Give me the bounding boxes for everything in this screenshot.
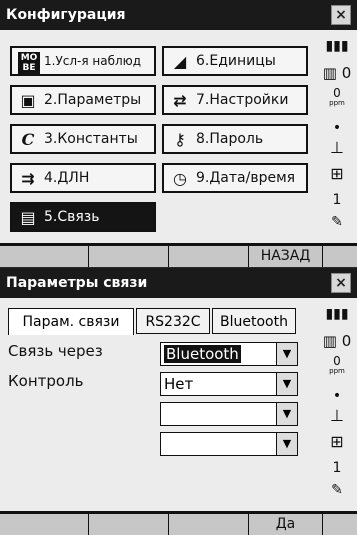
- close-button[interactable]: ×: [331, 273, 351, 293]
- softkey-2[interactable]: [89, 246, 169, 267]
- obs-conditions-icon: МО ВЕ: [18, 52, 40, 74]
- window-title: Конфигурация: [6, 7, 126, 23]
- menu-label: 4.ДЛН: [44, 170, 90, 186]
- ppm-value: 0: [333, 86, 341, 100]
- menu-settings[interactable]: ⇄ 7.Настройки: [162, 85, 308, 115]
- field-label-comm-via: Связь через: [8, 342, 103, 360]
- menu-label: 3.Константы: [44, 131, 138, 147]
- chevron-down-icon[interactable]: ▼: [276, 343, 297, 365]
- tilt-icon: ⊥: [330, 406, 344, 425]
- menu-obs-conditions[interactable]: МО ВЕ 1.Усл-я наблюд: [10, 46, 156, 76]
- ppm-indicator: 0 ppm: [317, 354, 357, 376]
- ppm-value: 0: [333, 354, 341, 368]
- softkey-3[interactable]: [169, 514, 249, 535]
- communication-icon: ▤: [20, 208, 36, 227]
- title-bar: Конфигурация ×: [0, 0, 357, 30]
- parameters-icon: ▣: [20, 91, 36, 110]
- menu-password[interactable]: ⚷ 8.Пароль: [162, 124, 308, 154]
- edm-icon: ⇉: [21, 169, 35, 188]
- tab-rs232c[interactable]: RS232C: [136, 308, 210, 334]
- page-indicator: 1: [317, 192, 357, 208]
- chevron-down-icon[interactable]: ▼: [276, 403, 297, 425]
- menu-units[interactable]: ◢ 6.Единицы: [162, 46, 308, 76]
- selected-value: Нет: [164, 375, 194, 393]
- control-select[interactable]: Нет ▼: [160, 372, 298, 396]
- tab-comm-params[interactable]: Парам. связи: [8, 308, 134, 335]
- menu-communication[interactable]: ▤ 5.Связь: [10, 202, 156, 232]
- menu-date-time[interactable]: ◷ 9.Дата/время: [162, 163, 308, 193]
- key-icon: ⚷: [174, 130, 186, 149]
- input-mode-icon: ⊞: [330, 164, 344, 183]
- page-indicator: 1: [317, 460, 357, 476]
- pen-icon: ✎: [331, 482, 343, 498]
- constants-icon: C: [21, 130, 35, 149]
- tilt-icon: ⊥: [330, 138, 344, 157]
- menu-label: 9.Дата/время: [196, 170, 296, 186]
- empty-select-2[interactable]: ▼: [160, 432, 298, 456]
- pen-icon: ✎: [331, 214, 343, 230]
- empty-select-1[interactable]: ▼: [160, 402, 298, 426]
- ppm-label: ppm: [329, 99, 345, 107]
- menu-label: 6.Единицы: [196, 53, 276, 69]
- chevron-down-icon[interactable]: ▼: [276, 373, 297, 395]
- ppm-indicator: 0 ppm: [317, 86, 357, 108]
- softkey-2[interactable]: [89, 514, 169, 535]
- softkey-5[interactable]: [323, 246, 357, 267]
- comm-via-select[interactable]: Bluetooth ▼: [160, 342, 298, 366]
- dot-icon: •: [332, 388, 342, 404]
- menu-label: 5.Связь: [44, 209, 100, 225]
- back-softkey[interactable]: НАЗАД: [249, 246, 323, 267]
- menu-label: 1.Усл-я наблюд: [44, 54, 142, 68]
- menu-label: 2.Параметры: [44, 92, 142, 108]
- menu-label: 7.Настройки: [196, 92, 289, 108]
- ok-softkey[interactable]: Да: [249, 514, 323, 535]
- ppm-label: ppm: [329, 367, 345, 375]
- tab-bluetooth[interactable]: Bluetooth: [212, 308, 296, 334]
- units-icon: ◢: [173, 52, 187, 71]
- page-number: 1: [332, 460, 342, 476]
- status-sidebar: ▮▮▮ ▥ 0 0 ppm • ⊥ ⊞ 1 ✎: [317, 298, 357, 511]
- menu-parameters[interactable]: ▣ 2.Параметры: [10, 85, 156, 115]
- chevron-down-icon[interactable]: ▼: [276, 433, 297, 455]
- selected-value: Bluetooth: [164, 345, 241, 363]
- softkey-bar: Да: [0, 511, 357, 535]
- close-button[interactable]: ×: [331, 5, 351, 25]
- prism-icon: ▥: [322, 332, 337, 350]
- softkey-5[interactable]: [323, 514, 357, 535]
- dot-icon: •: [332, 120, 342, 136]
- settings-icon: ⇄: [173, 91, 187, 110]
- menu-edm[interactable]: ⇉ 4.ДЛН: [10, 163, 156, 193]
- mode-value: ▥ 0: [317, 332, 357, 350]
- clock-icon: ◷: [173, 169, 187, 188]
- mode-value: ▥ 0: [317, 64, 357, 82]
- status-sidebar: ▮▮▮ ▥ 0 0 ppm • ⊥ ⊞ 1 ✎: [317, 30, 357, 243]
- battery-icon: ▮▮▮: [325, 306, 349, 322]
- softkey-bar: НАЗАД: [0, 243, 357, 267]
- input-mode-icon: ⊞: [330, 432, 344, 451]
- window-title: Параметры связи: [6, 275, 148, 291]
- softkey-1[interactable]: [0, 514, 89, 535]
- field-label-control: Контроль: [8, 372, 84, 390]
- mode-number: 0: [341, 64, 352, 82]
- menu-constants[interactable]: C 3.Константы: [10, 124, 156, 154]
- title-bar: Параметры связи ×: [0, 268, 357, 298]
- comm-parameters-screen: Параметры связи × Парам. связи RS232C Bl…: [0, 268, 357, 535]
- prism-icon: ▥: [322, 64, 337, 82]
- battery-icon: ▮▮▮: [325, 38, 349, 54]
- menu-label: 8.Пароль: [196, 131, 264, 147]
- softkey-1[interactable]: [0, 246, 89, 267]
- softkey-3[interactable]: [169, 246, 249, 267]
- configuration-screen: Конфигурация × МО ВЕ 1.Усл-я наблюд ◢ 6.…: [0, 0, 357, 267]
- mode-number: 0: [341, 332, 352, 350]
- dialog-body: Парам. связи RS232C Bluetooth Связь чере…: [0, 298, 315, 511]
- page-number: 1: [332, 192, 342, 208]
